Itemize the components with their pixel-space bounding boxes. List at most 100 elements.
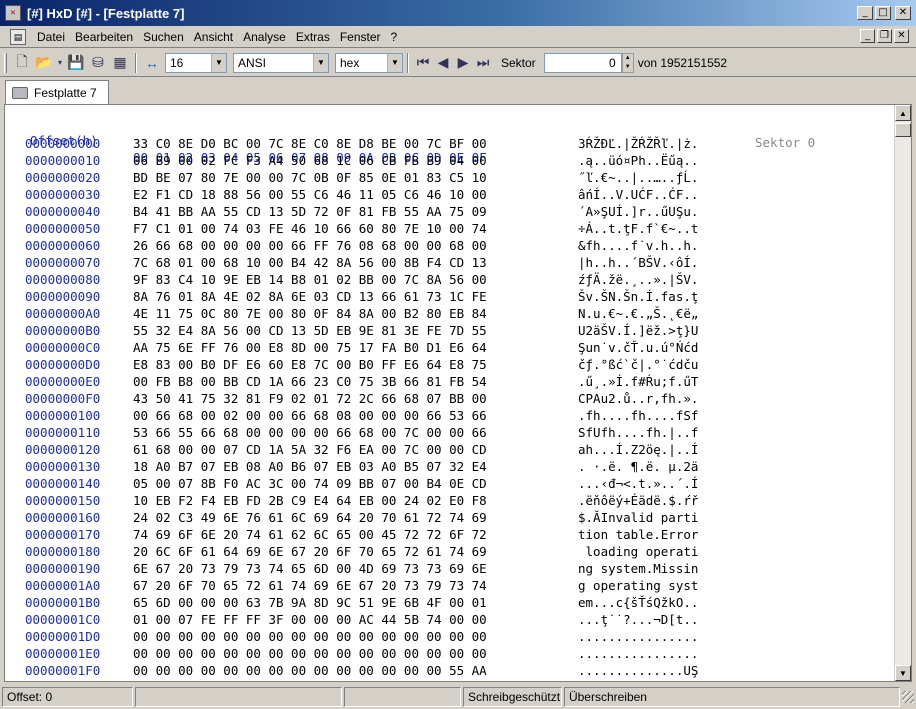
row-text[interactable]: ................: [578, 645, 698, 662]
row-bytes[interactable]: 4E 11 75 0C 80 7E 00 80 0F 84 8A 00 B2 8…: [133, 305, 487, 322]
open-folder-icon[interactable]: 📂: [33, 52, 55, 74]
row-bytes[interactable]: 7C 68 01 00 68 10 00 B4 42 8A 56 00 8B F…: [133, 254, 487, 271]
row-bytes[interactable]: E2 F1 CD 18 88 56 00 55 C6 46 11 05 C6 4…: [133, 186, 487, 203]
open-ram-icon[interactable]: ▦: [109, 52, 131, 74]
row-bytes[interactable]: 24 02 C3 49 6E 76 61 6C 69 64 20 70 61 7…: [133, 509, 487, 526]
scroll-down-icon[interactable]: ▼: [895, 665, 911, 681]
row-bytes[interactable]: 6E 67 20 73 79 73 74 65 6D 00 4D 69 73 7…: [133, 560, 487, 577]
scrollbar-thumb[interactable]: [895, 123, 911, 137]
row-text[interactable]: .ą..üó¤Ph..Ëűą..: [578, 152, 698, 169]
previous-sector-icon[interactable]: ◀: [433, 52, 453, 74]
open-dropdown-icon[interactable]: ▾: [55, 52, 65, 74]
row-text[interactable]: .ëňôëý+Éädë.$.ŕř: [578, 492, 698, 509]
menu-fenster[interactable]: Fenster: [335, 30, 386, 44]
row-bytes[interactable]: 00 00 00 00 00 00 00 00 00 00 00 00 00 0…: [133, 628, 487, 645]
row-bytes[interactable]: 74 69 6F 6E 20 74 61 62 6C 65 00 45 72 7…: [133, 526, 487, 543]
row-text[interactable]: ´A»ŞUÍ.]r..űUŞu.: [578, 203, 698, 220]
row-text[interactable]: 3ŔŽĐĽ.|ŽŔŽŘľ.|ż.: [578, 135, 698, 152]
spin-down-icon[interactable]: ▼: [623, 63, 633, 72]
row-bytes[interactable]: E8 83 00 B0 DF E6 60 E8 7C 00 B0 FF E6 6…: [133, 356, 487, 373]
first-sector-icon[interactable]: ⏮: [413, 52, 433, 74]
row-text[interactable]: .fh....fh....fSf: [578, 407, 698, 424]
row-bytes[interactable]: 00 66 68 00 02 00 00 66 68 08 00 00 00 6…: [133, 407, 487, 424]
row-bytes[interactable]: AA 75 6E FF 76 00 E8 8D 00 75 17 FA B0 D…: [133, 339, 487, 356]
maximize-button[interactable]: □: [875, 6, 891, 20]
vertical-scrollbar[interactable]: ▲ ▼: [894, 105, 911, 681]
document-menu-icon[interactable]: ▤: [10, 28, 26, 45]
save-icon[interactable]: 💾: [65, 52, 87, 74]
row-text[interactable]: .ű¸.»Í.f#Ŕu;f.űT: [578, 373, 698, 390]
row-bytes[interactable]: 8A 76 01 8A 4E 02 8A 6E 03 CD 13 66 61 7…: [133, 288, 487, 305]
close-button[interactable]: ✕: [895, 6, 911, 20]
row-bytes[interactable]: 55 32 E4 8A 56 00 CD 13 5D EB 9E 81 3E F…: [133, 322, 487, 339]
row-text[interactable]: ...‹đ¬<.t.»..´.Í: [578, 475, 698, 492]
chevron-down-icon[interactable]: ▼: [211, 53, 226, 72]
row-bytes[interactable]: 67 20 6F 70 65 72 61 74 69 6E 67 20 73 7…: [133, 577, 487, 594]
row-text[interactable]: SfUfh....fh.|..f: [578, 424, 698, 441]
menu-analyse[interactable]: Analyse: [238, 30, 291, 44]
row-bytes[interactable]: 00 FB B8 00 BB CD 1A 66 23 C0 75 3B 66 8…: [133, 373, 487, 390]
chevron-down-icon[interactable]: ▼: [313, 53, 328, 72]
row-bytes[interactable]: 10 EB F2 F4 EB FD 2B C9 E4 64 EB 00 24 0…: [133, 492, 487, 509]
row-bytes[interactable]: F7 C1 01 00 74 03 FE 46 10 66 60 80 7E 1…: [133, 220, 487, 237]
row-bytes[interactable]: 01 00 07 FE FF FF 3F 00 00 00 AC 44 5B 7…: [133, 611, 487, 628]
doc-restore-button[interactable]: ❐: [877, 29, 892, 43]
row-text[interactable]: $.ĂInvalid parti: [578, 509, 698, 526]
row-text[interactable]: Šv.ŠN.Šn.Í.fas.ţ: [578, 288, 698, 305]
row-bytes[interactable]: 9F 83 C4 10 9E EB 14 B8 01 02 BB 00 7C 8…: [133, 271, 487, 288]
open-disk-icon[interactable]: ⛁: [87, 52, 109, 74]
status-mode[interactable]: Überschreiben: [563, 686, 901, 707]
offset-base-select[interactable]: hex ▼: [335, 52, 403, 73]
row-bytes[interactable]: 26 66 68 00 00 00 00 66 FF 76 08 68 00 0…: [133, 237, 487, 254]
row-text[interactable]: ................: [578, 628, 698, 645]
row-bytes[interactable]: 61 68 00 00 07 CD 1A 5A 32 F6 EA 00 7C 0…: [133, 441, 487, 458]
bytes-per-row-select[interactable]: 16 ▼: [165, 52, 227, 73]
sektor-input[interactable]: 0: [543, 52, 622, 73]
menu-ansicht[interactable]: Ansicht: [189, 30, 238, 44]
row-text[interactable]: N.u.€~.€.„Š.˛€ë„: [578, 305, 698, 322]
menu-bearbeiten[interactable]: Bearbeiten: [70, 30, 138, 44]
row-text[interactable]: źƒÄ.žë.¸..».|ŠV.: [578, 271, 698, 288]
row-bytes[interactable]: 18 A0 B7 07 EB 08 A0 B6 07 EB 03 A0 B5 0…: [133, 458, 487, 475]
row-bytes[interactable]: BD BE 07 80 7E 00 00 7C 0B 0F 85 0E 01 8…: [133, 169, 487, 186]
tab-festplatte-7[interactable]: Festplatte 7: [5, 80, 109, 104]
row-text[interactable]: ng system.Missin: [578, 560, 698, 577]
new-file-icon[interactable]: 🗋: [11, 52, 33, 74]
row-text[interactable]: U2äŠV.Í.]ëž.>ţ}U: [578, 322, 698, 339]
last-sector-icon[interactable]: ⏭: [473, 52, 493, 74]
menu-hilfe[interactable]: ?: [386, 30, 403, 44]
row-bytes[interactable]: 00 00 00 00 00 00 00 00 00 00 00 00 00 0…: [133, 645, 487, 662]
menu-suchen[interactable]: Suchen: [138, 30, 189, 44]
row-bytes[interactable]: 05 00 07 8B F0 AC 3C 00 74 09 BB 07 00 B…: [133, 475, 487, 492]
row-text[interactable]: ÷Á..t.ţF.f`€~..t: [578, 220, 698, 237]
row-text[interactable]: Şun˙v.čŤ.u.ú°Ńćd: [578, 339, 698, 356]
title-bar[interactable]: ✕ [#] HxD [#] - [Festplatte 7] _ □ ✕: [0, 0, 916, 26]
doc-close-button[interactable]: ✕: [894, 29, 909, 43]
row-bytes[interactable]: 06 B9 00 02 FC F3 A4 50 68 1C 06 CB FB B…: [133, 152, 487, 169]
row-text[interactable]: |h..h..´BŠV.‹ôÍ.: [578, 254, 698, 271]
menu-datei[interactable]: Datei: [32, 30, 70, 44]
row-text[interactable]: ah...Í.Z2öę.|..Í: [578, 441, 698, 458]
row-text[interactable]: . ·.ë. ¶.ë. µ.2ä: [578, 458, 698, 475]
menu-extras[interactable]: Extras: [291, 30, 335, 44]
row-text[interactable]: loading operati: [578, 543, 699, 560]
row-bytes[interactable]: 65 6D 00 00 00 63 7B 9A 8D 9C 51 9E 6B 4…: [133, 594, 487, 611]
resize-grip[interactable]: [902, 690, 915, 703]
row-bytes[interactable]: 53 66 55 66 68 00 00 00 00 66 68 00 7C 0…: [133, 424, 487, 441]
minimize-button[interactable]: _: [857, 6, 873, 20]
row-text[interactable]: ...ţ˙˙?...¬D[t..: [578, 611, 698, 628]
spin-up-icon[interactable]: ▲: [623, 54, 633, 63]
row-text[interactable]: ˝ľ.€~..|..…..ƒĹ.: [578, 169, 698, 186]
hex-editor[interactable]: Offset(h) 00 01 02 03 04 05 06 07 08 09 …: [4, 104, 912, 682]
hxd-app-icon[interactable]: ✕: [5, 5, 21, 21]
status-write-protect[interactable]: Schreibgeschützt: [463, 686, 562, 707]
doc-minimize-button[interactable]: _: [860, 29, 875, 43]
chevron-down-icon[interactable]: ▼: [387, 53, 402, 72]
row-bytes[interactable]: 20 6C 6F 61 64 69 6E 67 20 6F 70 65 72 6…: [133, 543, 487, 560]
charset-select[interactable]: ANSI ▼: [233, 52, 329, 73]
next-sector-icon[interactable]: ▶: [453, 52, 473, 74]
row-text[interactable]: CPAu2.ů..r,fh.».: [578, 390, 698, 407]
row-text[interactable]: &fh....f˙v.h..h.: [578, 237, 698, 254]
toolbar-grip[interactable]: [4, 52, 7, 73]
row-text[interactable]: tion table.Error: [578, 526, 698, 543]
